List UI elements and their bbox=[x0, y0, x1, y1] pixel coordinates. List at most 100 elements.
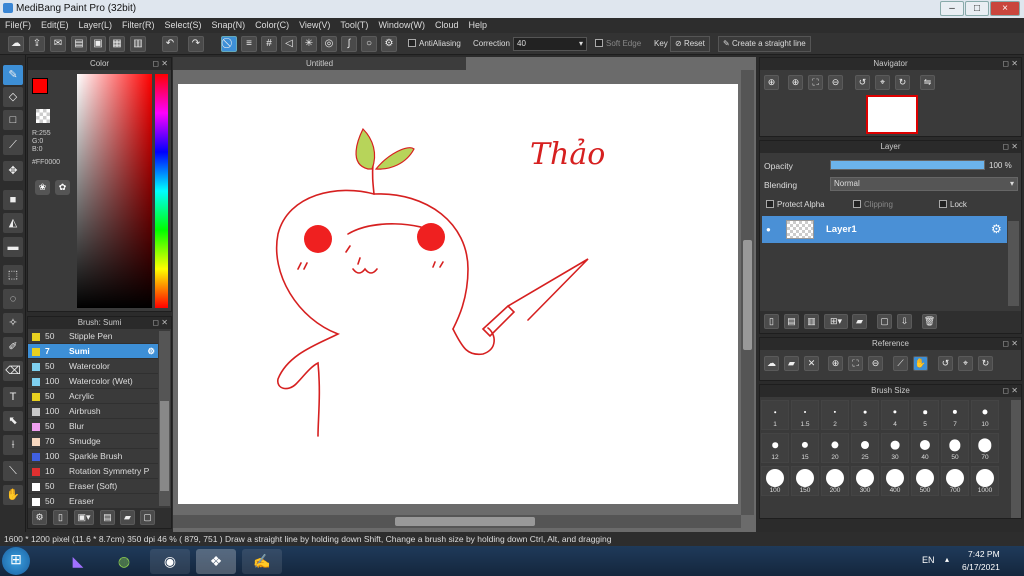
panel-controls-icon[interactable]: ◻ ✕ bbox=[1002, 385, 1018, 397]
snap-off-icon[interactable]: ⃠ bbox=[221, 36, 237, 52]
fit-window-icon[interactable]: ⛶ bbox=[808, 75, 823, 90]
brush-item[interactable]: 10 Rotation Symmetry P bbox=[28, 464, 158, 479]
soft-edge-checkbox[interactable]: Soft Edge bbox=[595, 39, 641, 48]
canvas-vertical-scrollbar[interactable] bbox=[741, 70, 754, 515]
saturation-value-picker[interactable] bbox=[77, 74, 152, 308]
folder-icon[interactable]: ▰ bbox=[120, 510, 135, 525]
brush-size-cell[interactable]: 2 bbox=[821, 400, 849, 430]
brush-item[interactable]: 100 Sparkle Brush bbox=[28, 449, 158, 464]
app-icon[interactable]: ◍ bbox=[104, 549, 144, 574]
hue-slider[interactable] bbox=[155, 74, 168, 308]
brush-item[interactable]: 50 Blur bbox=[28, 419, 158, 434]
zoom-in-icon[interactable]: ⊕ bbox=[788, 75, 803, 90]
brush-item[interactable]: 50 Watercolor bbox=[28, 359, 158, 374]
magic-wand-icon[interactable]: ✧ bbox=[3, 313, 23, 333]
brush-size-scrollbar[interactable] bbox=[1011, 400, 1021, 518]
brush-size-cell[interactable]: 50 bbox=[941, 433, 969, 463]
menu-color[interactable]: Color(C) bbox=[250, 18, 294, 32]
brush-list-scrollbar[interactable] bbox=[159, 331, 170, 506]
reset-button[interactable]: ⊘ Reset bbox=[670, 36, 710, 52]
lasso-tool-icon[interactable]: ◌ bbox=[3, 289, 23, 309]
drawing-canvas[interactable]: Thảo bbox=[178, 84, 738, 504]
eyedropper-tool-icon[interactable]: ⟊ bbox=[3, 435, 23, 455]
horizontal-scroll-thumb[interactable] bbox=[395, 517, 535, 526]
select-eraser-icon[interactable]: ⌫ bbox=[3, 361, 23, 381]
panel-controls-icon[interactable]: ◻ ✕ bbox=[152, 58, 168, 70]
medibang-icon[interactable]: ❖ bbox=[196, 549, 236, 574]
ref-hand-icon[interactable]: ✋ bbox=[913, 356, 928, 371]
layer-icon[interactable]: ▥ bbox=[130, 36, 146, 52]
duplicate-icon[interactable]: ▢ bbox=[140, 510, 155, 525]
gear-icon[interactable]: ⚙ bbox=[991, 222, 1002, 236]
ref-rotate-left-icon[interactable]: ↺ bbox=[938, 356, 953, 371]
brush-size-cell[interactable]: 100 bbox=[761, 466, 789, 496]
folder-icon[interactable]: ▰ bbox=[852, 314, 867, 329]
clipping-checkbox[interactable]: Clipping bbox=[853, 200, 893, 209]
brush-size-cell[interactable]: 150 bbox=[791, 466, 819, 496]
curve-snap-icon[interactable]: ∫ bbox=[341, 36, 357, 52]
clock-time[interactable]: 7:42 PM bbox=[968, 549, 1000, 559]
new-layer-icon[interactable]: ▯ bbox=[764, 314, 779, 329]
settings-snap-icon[interactable]: ⚙ bbox=[381, 36, 397, 52]
brush-size-cell[interactable]: 1 bbox=[761, 400, 789, 430]
start-button[interactable]: ⊞ bbox=[2, 547, 30, 575]
save-icon[interactable]: ▣ bbox=[90, 36, 106, 52]
menu-file[interactable]: File(F) bbox=[0, 18, 36, 32]
text-tool-icon[interactable]: T bbox=[3, 387, 23, 407]
redo-icon[interactable]: ↷ bbox=[188, 36, 204, 52]
eraser-tool-icon[interactable]: ◇ bbox=[3, 87, 23, 107]
straight-line-button[interactable]: ✎ Create a straight line bbox=[718, 36, 811, 52]
circle-snap-icon[interactable]: ◎ bbox=[321, 36, 337, 52]
menu-help[interactable]: Help bbox=[463, 18, 492, 32]
rotate-reset-icon[interactable]: ⌖ bbox=[875, 75, 890, 90]
brush-size-cell[interactable]: 70 bbox=[971, 433, 999, 463]
opacity-slider[interactable] bbox=[830, 160, 985, 170]
menu-window[interactable]: Window(W) bbox=[373, 18, 430, 32]
brush-size-cell[interactable]: 1.5 bbox=[791, 400, 819, 430]
brush-item[interactable]: 70 Smudge bbox=[28, 434, 158, 449]
grid-icon[interactable]: ▦ bbox=[109, 36, 125, 52]
gear-icon[interactable]: ⚙ bbox=[147, 344, 155, 359]
menu-snap[interactable]: Snap(N) bbox=[207, 18, 251, 32]
gradient-tool-icon[interactable]: ▬ bbox=[3, 237, 23, 257]
layer-scrollbar[interactable] bbox=[1008, 221, 1019, 306]
trash-icon[interactable]: 🗑 bbox=[922, 314, 937, 329]
brush-item[interactable]: 7 Sumi ⚙ bbox=[28, 344, 158, 359]
new-halftone-layer-icon[interactable]: ▤ bbox=[784, 314, 799, 329]
new-brush-icon[interactable]: ▯ bbox=[53, 510, 68, 525]
language-indicator[interactable]: EN bbox=[922, 555, 935, 565]
brush-item[interactable]: 50 Eraser (Soft) bbox=[28, 479, 158, 494]
rotate-right-icon[interactable]: ↻ bbox=[895, 75, 910, 90]
close-button[interactable]: × bbox=[990, 1, 1020, 16]
move-tool-icon[interactable]: ✥ bbox=[3, 161, 23, 181]
brush-item[interactable]: 100 Airbrush bbox=[28, 404, 158, 419]
brush-size-cell[interactable]: 25 bbox=[851, 433, 879, 463]
palette-add-icon[interactable]: ✿ bbox=[55, 180, 70, 195]
ellipse-snap-icon[interactable]: ○ bbox=[361, 36, 377, 52]
clock-date[interactable]: 6/17/2021 bbox=[962, 562, 1000, 572]
add-layer-menu-icon[interactable]: ⊞▾ bbox=[824, 314, 848, 329]
brush-size-cell[interactable]: 400 bbox=[881, 466, 909, 496]
cloud-icon[interactable]: ☁ bbox=[8, 36, 24, 52]
panel-controls-icon[interactable]: ◻ ✕ bbox=[1002, 338, 1018, 350]
menu-view[interactable]: View(V) bbox=[294, 18, 335, 32]
zoom-fit-icon[interactable]: ⊕ bbox=[764, 75, 779, 90]
vertical-scroll-thumb[interactable] bbox=[743, 240, 752, 350]
dot-tool-icon[interactable]: □ bbox=[3, 110, 23, 130]
comment-icon[interactable]: ✉ bbox=[50, 36, 66, 52]
ref-fit-icon[interactable]: ⛶ bbox=[848, 356, 863, 371]
menu-tool[interactable]: Tool(T) bbox=[335, 18, 373, 32]
brush-size-cell[interactable]: 15 bbox=[791, 433, 819, 463]
brush-tool-icon[interactable]: ✎ bbox=[3, 65, 23, 85]
ref-open-icon[interactable]: ▰ bbox=[784, 356, 799, 371]
zoom-out-icon[interactable]: ⊖ bbox=[828, 75, 843, 90]
brush-size-cell[interactable]: 200 bbox=[821, 466, 849, 496]
brush-size-cell[interactable]: 3 bbox=[851, 400, 879, 430]
ref-zoom-in-icon[interactable]: ⊕ bbox=[828, 356, 843, 371]
palette-icon[interactable]: ❀ bbox=[35, 180, 50, 195]
ref-cloud-icon[interactable]: ☁ bbox=[764, 356, 779, 371]
brush-item[interactable]: 50 Stipple Pen bbox=[28, 329, 158, 344]
brush-size-cell[interactable]: 30 bbox=[881, 433, 909, 463]
menu-layer[interactable]: Layer(L) bbox=[74, 18, 118, 32]
layer-row[interactable]: ● Layer1 ⚙ bbox=[762, 216, 1007, 243]
